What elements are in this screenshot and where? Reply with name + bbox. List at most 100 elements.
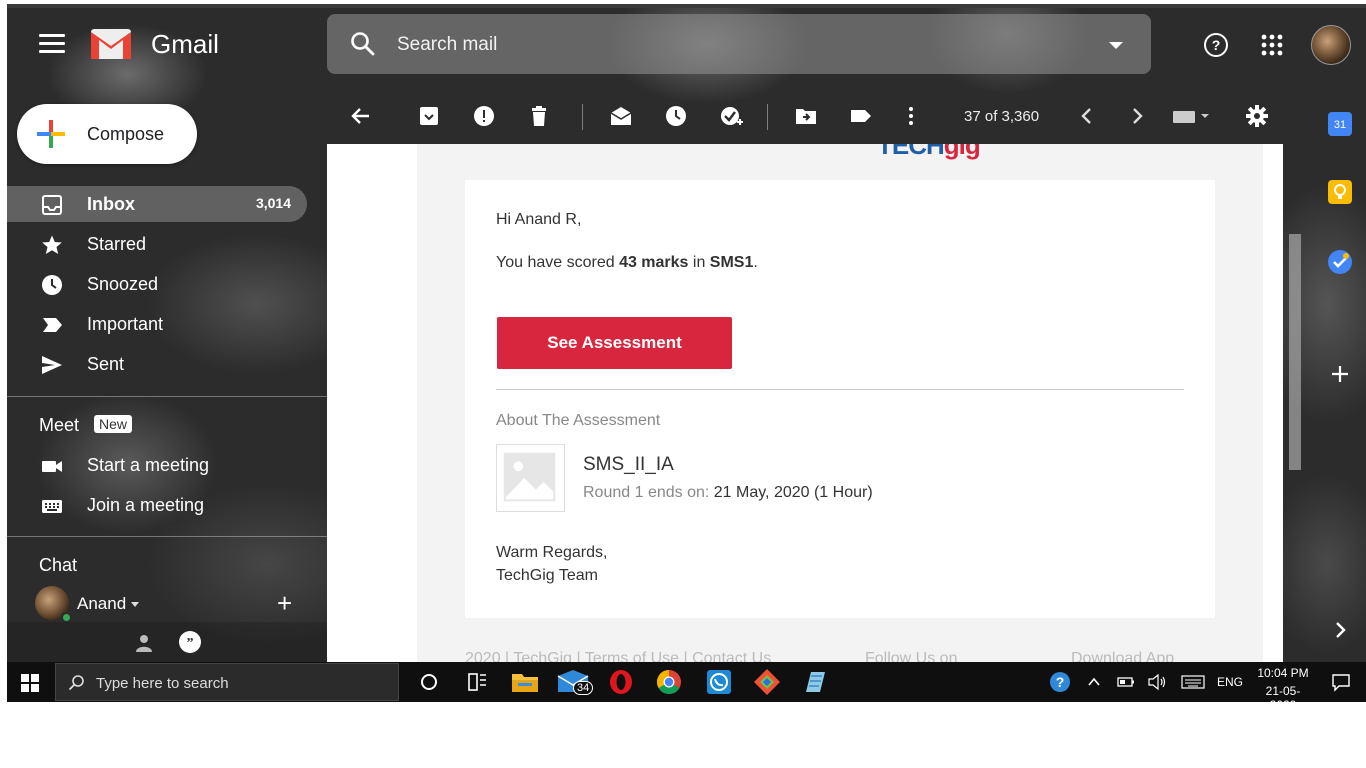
inbox-unread-count: 3,014 xyxy=(255,195,291,211)
compose-label: Compose xyxy=(87,124,165,144)
greeting-text: Hi Anand R, xyxy=(496,211,582,228)
action-center-icon[interactable] xyxy=(1331,672,1351,692)
google-apps-icon[interactable] xyxy=(1261,34,1283,56)
windows-taskbar: Type here to search 34 ? ENG 10:04 PM 21… xyxy=(7,662,1366,702)
notes-app-icon[interactable] xyxy=(797,666,833,698)
mark-unread-icon[interactable] xyxy=(609,104,633,128)
settings-gear-icon[interactable] xyxy=(1245,104,1269,128)
compose-button[interactable]: Compose xyxy=(17,104,197,164)
add-chat-icon[interactable]: + xyxy=(277,588,292,619)
search-options-dropdown-icon[interactable] xyxy=(1109,42,1123,49)
sidebar-item-snoozed[interactable]: Snoozed xyxy=(7,266,307,302)
compose-plus-icon xyxy=(37,120,65,148)
newer-message-icon[interactable] xyxy=(1075,104,1099,128)
report-spam-icon[interactable] xyxy=(472,104,496,128)
account-avatar[interactable] xyxy=(1311,25,1351,65)
cortana-icon[interactable] xyxy=(411,666,447,698)
chat-user-row[interactable]: Anand + xyxy=(35,584,325,624)
main-menu-button[interactable] xyxy=(39,34,65,56)
delete-icon[interactable] xyxy=(527,104,551,128)
see-assessment-button[interactable]: See Assessment xyxy=(497,317,732,369)
regards-text: Warm Regards, xyxy=(496,544,608,561)
volume-icon[interactable] xyxy=(1147,673,1167,691)
sidebar-item-important[interactable]: Important xyxy=(7,306,307,342)
mail-app-icon[interactable]: 34 xyxy=(555,666,594,698)
back-arrow-icon[interactable] xyxy=(349,104,373,128)
tasks-icon[interactable] xyxy=(1328,250,1352,274)
sidebar-item-label: Important xyxy=(87,314,164,334)
person-icon[interactable] xyxy=(135,634,153,652)
score-value: 43 marks xyxy=(619,254,689,271)
battery-icon[interactable] xyxy=(1117,675,1135,689)
desktop-screen: Gmail ? Compo xyxy=(7,4,1366,702)
toolbar-divider xyxy=(767,104,768,130)
taskbar-search-box[interactable]: Type here to search xyxy=(55,663,399,701)
toolbar-divider xyxy=(582,104,583,130)
show-hidden-icons-chevron-icon[interactable] xyxy=(1087,676,1101,688)
move-to-icon[interactable] xyxy=(794,104,818,128)
score-text: You have scored 43 marks in SMS1. xyxy=(496,254,758,272)
side-panel-rail: 31 xyxy=(1303,88,1366,666)
add-to-tasks-icon[interactable] xyxy=(719,104,743,128)
clock-date[interactable]: 21-05-2020 xyxy=(1253,684,1313,702)
taskbar-search-placeholder: Type here to search xyxy=(96,675,229,692)
archive-icon[interactable] xyxy=(417,104,441,128)
search-bar[interactable] xyxy=(327,14,1151,74)
file-explorer-icon[interactable] xyxy=(507,666,543,698)
snooze-clock-icon[interactable] xyxy=(664,104,688,128)
search-input[interactable] xyxy=(397,32,1077,58)
assessment-image-placeholder xyxy=(496,444,565,512)
input-language-indicator[interactable]: ENG xyxy=(1217,675,1243,689)
clock-time[interactable]: 10:04 PM xyxy=(1253,666,1313,680)
git-app-icon[interactable] xyxy=(749,666,785,698)
join-meeting-item[interactable]: Join a meeting xyxy=(7,487,307,523)
search-icon[interactable] xyxy=(349,30,377,58)
chrome-icon[interactable] xyxy=(651,666,687,698)
gmail-header: Gmail ? xyxy=(7,4,1366,88)
sidebar-item-label: Inbox xyxy=(87,194,135,214)
add-addon-icon[interactable] xyxy=(1328,362,1352,386)
gmail-logo-icon[interactable] xyxy=(89,26,133,60)
message-counter: 37 of 3,360 xyxy=(964,108,1040,125)
score-suffix: . xyxy=(753,254,758,271)
assessment-name: SMS_II_IA xyxy=(583,454,674,475)
divider xyxy=(496,389,1184,390)
logo-tech-text: TECH xyxy=(877,144,945,160)
whatsapp-icon[interactable] xyxy=(701,666,737,698)
round-value: 21 May, 2020 (1 Hour) xyxy=(713,484,873,501)
calendar-icon[interactable]: 31 xyxy=(1328,112,1352,136)
chevron-down-icon[interactable] xyxy=(131,602,139,607)
video-icon xyxy=(42,461,62,472)
meet-item-label: Start a meeting xyxy=(87,455,210,475)
input-tools-icon[interactable] xyxy=(1172,104,1212,128)
touch-keyboard-icon[interactable] xyxy=(1181,674,1205,690)
more-options-icon[interactable] xyxy=(899,104,923,128)
help-icon[interactable]: ? xyxy=(1203,32,1229,58)
sidebar-item-starred[interactable]: Starred xyxy=(7,226,307,262)
round-label: Round 1 ends on: xyxy=(583,484,714,501)
svg-text:?: ? xyxy=(1056,674,1065,690)
expand-panel-chevron-icon[interactable] xyxy=(1328,618,1352,642)
windows-start-icon[interactable] xyxy=(21,674,39,692)
help-tray-icon[interactable]: ? xyxy=(1049,671,1071,693)
keyboard-icon xyxy=(42,500,62,513)
opera-icon[interactable] xyxy=(603,666,639,698)
new-badge: New xyxy=(94,415,133,433)
hangouts-icon[interactable]: ” xyxy=(177,630,203,656)
older-message-icon[interactable] xyxy=(1125,104,1149,128)
label-icon[interactable] xyxy=(849,104,873,128)
sidebar-item-sent[interactable]: Sent xyxy=(7,346,307,382)
message-toolbar: 37 of 3,360 xyxy=(327,92,1297,142)
task-view-icon[interactable] xyxy=(459,666,495,698)
email-message-pane: TECHgig Hi Anand R, You have scored 43 m… xyxy=(327,144,1283,666)
sidebar-divider xyxy=(7,396,327,397)
svg-text:?: ? xyxy=(1212,37,1221,53)
meet-item-label: Join a meeting xyxy=(87,495,205,515)
sidebar-item-inbox[interactable]: Inbox 3,014 xyxy=(7,186,307,222)
keep-icon[interactable] xyxy=(1328,180,1352,204)
message-scrollbar[interactable] xyxy=(1289,234,1301,470)
start-meeting-item[interactable]: Start a meeting xyxy=(7,447,307,483)
score-mid: in xyxy=(688,254,710,271)
image-placeholder-icon xyxy=(503,452,556,502)
svg-text:”: ” xyxy=(187,636,194,651)
